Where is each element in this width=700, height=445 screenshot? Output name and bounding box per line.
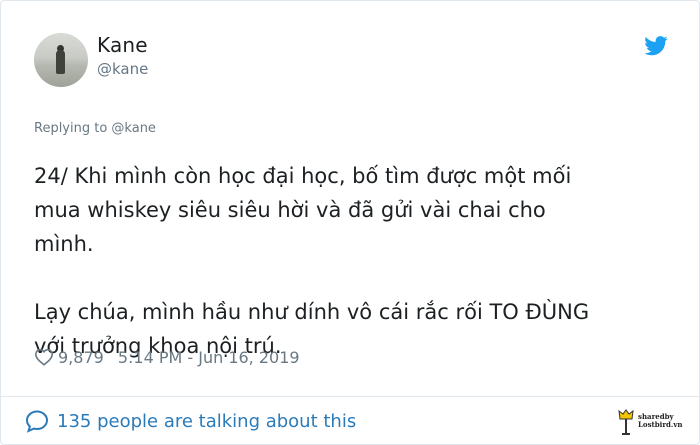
- heart-icon[interactable]: [34, 348, 54, 366]
- author-handle[interactable]: @kane: [97, 60, 148, 78]
- tweet-card: Kane @kane Replying to @kane 24/ Khi mìn…: [0, 0, 700, 445]
- timestamp[interactable]: 5:14 PM - Jun 16, 2019: [118, 348, 300, 367]
- avatar[interactable]: [34, 33, 88, 87]
- conversation-link[interactable]: 135 people are talking about this: [25, 406, 356, 436]
- watermark-text: sharedby Lostbird.vn: [638, 413, 683, 429]
- avatar-figure-body: [56, 50, 65, 74]
- watermark-logo: sharedby Lostbird.vn: [616, 405, 686, 439]
- like-count[interactable]: 9,879: [58, 348, 104, 367]
- tweet-meta: 9,879 5:14 PM - Jun 16, 2019: [34, 346, 300, 368]
- author-name[interactable]: Kane: [97, 33, 148, 57]
- footer-divider: [1, 396, 699, 397]
- tweet-text: 24/ Khi mình còn học đại học, bố tìm đượ…: [34, 164, 590, 358]
- watermark-line2: Lostbird.vn: [638, 420, 683, 429]
- reply-context[interactable]: Replying to @kane: [34, 121, 156, 136]
- bird-logo-icon: [618, 409, 634, 435]
- talking-count-text: 135 people are talking about this: [57, 410, 357, 432]
- speech-bubble-icon: [25, 410, 49, 433]
- twitter-bird-icon[interactable]: [644, 36, 668, 56]
